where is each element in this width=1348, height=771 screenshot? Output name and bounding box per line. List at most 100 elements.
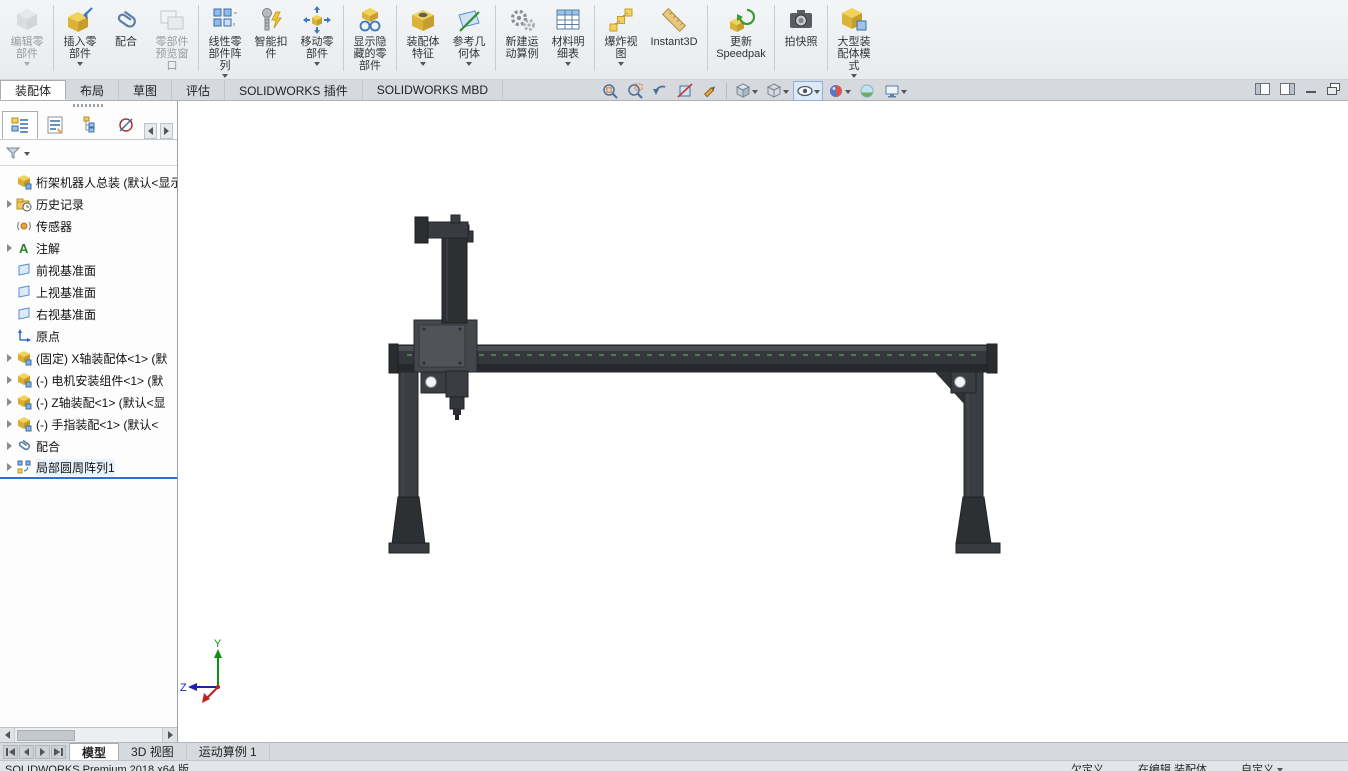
scroll-left-button[interactable]	[0, 728, 15, 742]
expand-arrow-icon[interactable]	[3, 376, 15, 384]
doc-tab-nav	[0, 743, 69, 760]
status-editing-state: 在编辑 装配体	[1137, 764, 1207, 771]
hide-show-items-icon	[797, 85, 813, 96]
tree-item-mates[interactable]: 配合	[0, 435, 177, 457]
tree-item-motor-mount-assembly[interactable]: (-) 电机安装组件<1> (默	[0, 369, 177, 391]
tree-item-sensors[interactable]: 传感器	[0, 215, 177, 237]
tree-item-root[interactable]: 桁架机器人总装 (默认<显示	[0, 171, 177, 193]
plane-icon	[16, 262, 32, 278]
tree-item-right-plane[interactable]: 右视基准面	[0, 303, 177, 325]
smart-fasteners-button[interactable]: 智能扣件	[249, 3, 293, 61]
tab-sketch[interactable]: 草图	[119, 80, 173, 100]
zoom-area-icon	[628, 83, 643, 99]
expand-arrow-icon[interactable]	[3, 420, 15, 428]
last-tab-button[interactable]	[51, 744, 66, 759]
propertymanager-tab[interactable]	[38, 111, 74, 139]
assembly-features-button[interactable]: 装配体特征	[401, 3, 445, 67]
restore-pane-icon	[1327, 83, 1340, 95]
zoom-area-button[interactable]	[623, 81, 647, 101]
tab-layout[interactable]: 布局	[66, 80, 120, 100]
view-orientation-button[interactable]	[731, 81, 761, 101]
expand-arrow-icon[interactable]	[3, 200, 15, 208]
component-preview-icon	[156, 4, 188, 36]
move-component-button[interactable]: 移动零部件	[295, 3, 339, 67]
expand-arrow-icon[interactable]	[3, 463, 15, 471]
section-view-button[interactable]	[673, 81, 697, 101]
new-motion-study-button[interactable]: 新建运动算例	[500, 3, 544, 61]
tab-solidworks-mbd[interactable]: SOLIDWORKS MBD	[363, 80, 504, 100]
restore-pane-button[interactable]	[1327, 83, 1340, 95]
plane-icon	[16, 306, 32, 322]
next-tab-button[interactable]	[35, 744, 50, 759]
panel-grip-handle[interactable]	[0, 101, 177, 110]
linear-component-pattern-button[interactable]: 线性零部件阵列	[203, 3, 247, 79]
tree-item-local-circular-pattern[interactable]: 局部圆周阵列1	[0, 457, 177, 479]
insert-component-button[interactable]: 插入零部件	[58, 3, 102, 67]
tree-item-history[interactable]: 历史记录	[0, 193, 177, 215]
tree-item-origin[interactable]: 原点	[0, 325, 177, 347]
expand-arrow-icon[interactable]	[3, 354, 15, 362]
filter-dropdown-icon[interactable]	[24, 151, 30, 156]
featuremanager-tree-tab[interactable]	[2, 111, 38, 139]
tab-3d-views[interactable]: 3D 视图	[119, 743, 187, 760]
minimize-commandmanager-button[interactable]	[1305, 83, 1317, 95]
expand-arrow-icon[interactable]	[3, 442, 15, 450]
tree-item-z-axis-assembly[interactable]: (-) Z轴装配<1> (默认<显	[0, 391, 177, 413]
panel-tab-scroll-left[interactable]	[144, 123, 157, 139]
display-style-button[interactable]	[762, 81, 792, 101]
large-assembly-mode-button[interactable]: 大型装配体模式	[832, 3, 876, 79]
command-manager-toolbar: 编辑零部件 插入零部件 配合 零部件预览窗口 线性零部件阵列 智能扣件 移动零部…	[0, 0, 1348, 80]
status-custom-dropdown[interactable]: 自定义	[1241, 761, 1283, 771]
dimxpertmanager-tab[interactable]	[109, 111, 145, 139]
pane-right-icon	[1280, 83, 1295, 95]
tab-motion-study-1[interactable]: 运动算例 1	[187, 743, 270, 760]
tree-item-top-plane[interactable]: 上视基准面	[0, 281, 177, 303]
tree-item-front-plane[interactable]: 前视基准面	[0, 259, 177, 281]
tab-model[interactable]: 模型	[69, 743, 120, 760]
tab-assembly[interactable]: 装配体	[0, 80, 67, 100]
graphics-viewport[interactable]: Y Z	[179, 101, 1348, 742]
first-tab-button[interactable]	[3, 744, 18, 759]
status-product-label: SOLIDWORKS Premium 2018 x64 版	[5, 764, 190, 771]
tab-evaluate[interactable]: 评估	[172, 80, 226, 100]
update-speedpak-button[interactable]: 更新 Speedpak	[712, 3, 770, 61]
hide-show-items-button[interactable]	[793, 80, 823, 101]
show-hidden-components-button[interactable]: 显示隐藏的零部件	[348, 3, 392, 73]
magnify-button[interactable]	[698, 81, 722, 101]
filter-funnel-icon[interactable]	[5, 145, 21, 161]
edit-appearance-button[interactable]	[824, 81, 854, 101]
section-view-icon	[677, 82, 693, 98]
tree-item-finger-assembly[interactable]: (-) 手指装配<1> (默认<	[0, 413, 177, 435]
pane-right-button[interactable]	[1280, 83, 1295, 95]
expand-arrow-icon[interactable]	[3, 244, 15, 252]
scroll-right-button[interactable]	[162, 728, 177, 742]
reference-geometry-button[interactable]: 参考几何体	[447, 3, 491, 67]
expand-arrow-icon[interactable]	[3, 398, 15, 406]
smart-fasteners-icon	[255, 4, 287, 36]
feature-tree: 桁架机器人总装 (默认<显示 历史记录 传感器 注解 前视基准面 上视基准面 右…	[0, 166, 177, 727]
view-settings-button[interactable]	[880, 81, 910, 101]
scrollbar-thumb[interactable]	[17, 729, 75, 741]
panel-horizontal-scrollbar[interactable]	[0, 727, 177, 742]
pane-left-button[interactable]	[1255, 83, 1270, 95]
exploded-view-button[interactable]: 爆炸视图	[599, 3, 643, 67]
configurationmanager-tab[interactable]	[73, 111, 109, 139]
bill-of-materials-button[interactable]: 材料明细表	[546, 3, 590, 67]
status-defined-state: 欠定义	[1070, 764, 1104, 771]
instant3d-icon	[658, 4, 690, 36]
panel-tab-bar	[0, 110, 177, 140]
mate-button[interactable]: 配合	[104, 3, 148, 49]
take-snapshot-button[interactable]: 拍快照	[779, 3, 823, 49]
tree-item-annotations[interactable]: 注解	[0, 237, 177, 259]
prev-tab-button[interactable]	[19, 744, 34, 759]
zoom-fit-button[interactable]	[598, 81, 622, 101]
apply-scene-button[interactable]	[855, 81, 879, 101]
panel-tab-scroll-right[interactable]	[160, 123, 173, 139]
tab-solidworks-addins[interactable]: SOLIDWORKS 插件	[225, 80, 363, 100]
insert-component-icon	[64, 4, 96, 36]
tree-item-x-axis-assembly[interactable]: (固定) X轴装配体<1> (默	[0, 347, 177, 369]
coordinate-triad: Y Z	[180, 638, 222, 703]
instant3d-button[interactable]: Instant3D	[645, 3, 703, 49]
previous-view-button[interactable]	[648, 81, 672, 101]
reference-geometry-icon	[453, 4, 485, 36]
